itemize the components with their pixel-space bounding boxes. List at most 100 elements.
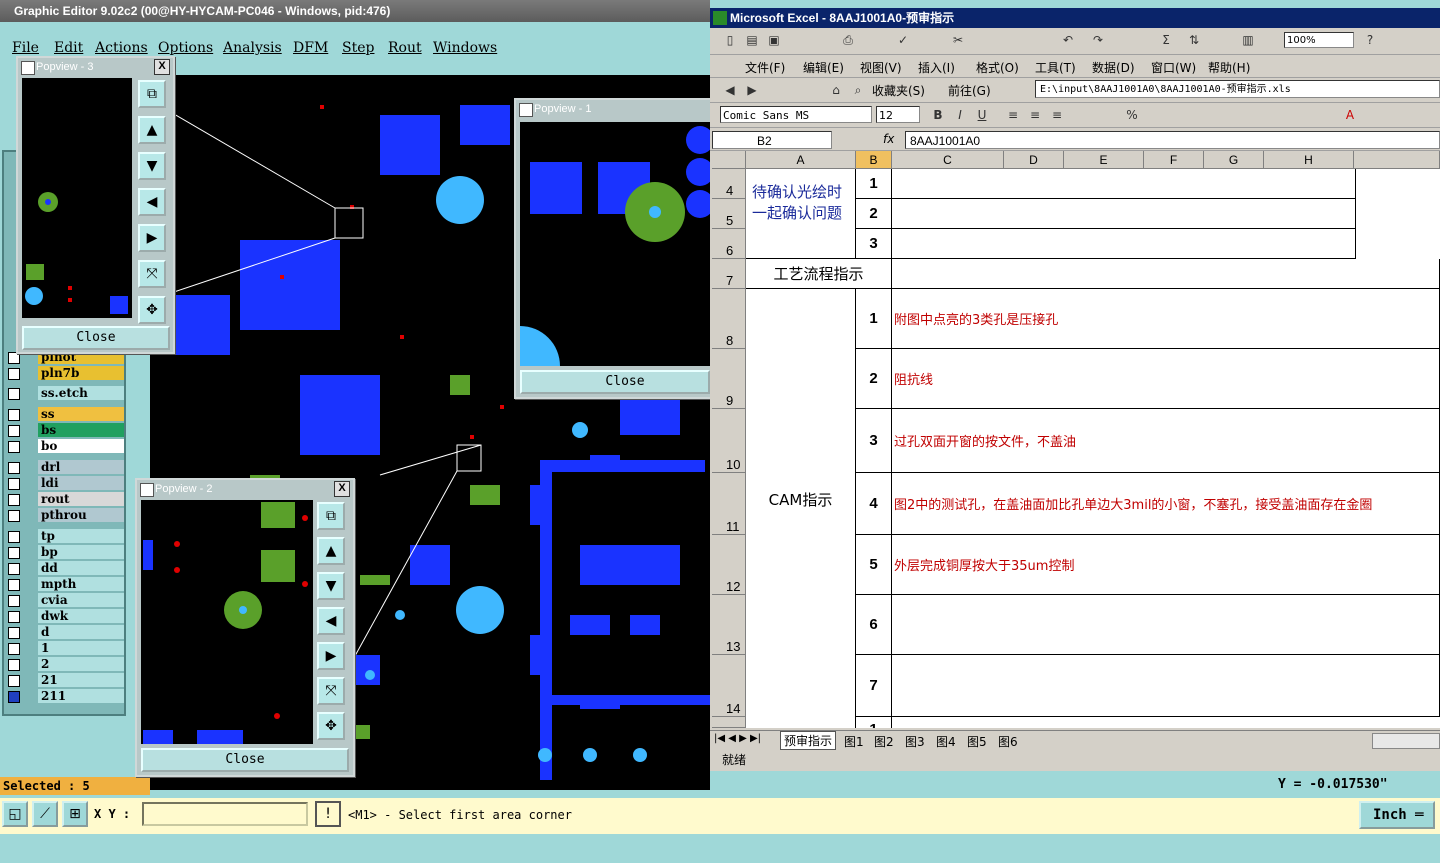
forward-icon[interactable]: ▶ [744,82,760,98]
cam-item-text[interactable] [892,655,1440,717]
cam-item-num[interactable]: 1 [856,717,892,728]
pan-left-icon[interactable]: ◀ [317,607,345,635]
layer-checkbox[interactable] [8,388,20,400]
sheet-tab[interactable]: 图1 [844,733,864,750]
layer-row[interactable]: 211 [6,689,124,703]
bold-icon[interactable]: B [930,107,946,123]
menu-view[interactable]: 视图(V) [860,59,902,76]
layer-row[interactable]: rout [6,492,124,506]
cam-item-num[interactable]: 3 [856,409,892,473]
menu-windows[interactable]: Windows [433,40,497,56]
popview-close-button[interactable]: Close [141,748,349,772]
chart-icon[interactable]: ▥ [1240,32,1256,48]
confirm-text-cell[interactable] [892,229,1356,259]
layer-checkbox[interactable] [8,531,20,543]
layer-row[interactable]: mpth [6,577,124,591]
menu-rout[interactable]: Rout [388,40,422,56]
layer-row[interactable]: ldi [6,476,124,490]
popview-canvas[interactable] [520,122,710,366]
sheet-tab[interactable]: 图2 [874,733,894,750]
layer-checkbox[interactable] [8,494,20,506]
layer-checkbox[interactable] [8,659,20,671]
home-icon[interactable]: ⌂ [828,82,844,98]
layer-row[interactable]: 21 [6,673,124,687]
zoom-out-icon[interactable]: ✥ [317,712,345,740]
col-header-c[interactable]: C [892,151,1004,169]
menu-analysis[interactable]: Analysis [223,40,282,56]
layer-checkbox[interactable] [8,441,20,453]
confirm-text-cell[interactable] [892,199,1356,229]
confirm-label-cell[interactable]: 待确认光绘时一起确认问题 [746,169,856,259]
layer-row[interactable]: 1 [6,641,124,655]
layer-row[interactable]: drl [6,460,124,474]
layer-checkbox[interactable] [8,510,20,522]
row-header-14[interactable]: 14 [712,655,746,717]
cam-item-num[interactable]: 6 [856,595,892,655]
zoom-out-icon[interactable]: ✥ [138,296,166,324]
layer-row[interactable]: bs [6,423,124,437]
layer-row[interactable]: dd [6,561,124,575]
zoom-in-icon[interactable]: ⤧ [138,260,166,288]
save-icon[interactable]: ▣ [766,32,782,48]
layer-row[interactable]: d [6,625,124,639]
layer-row[interactable]: 2 [6,657,124,671]
tab-scroll-first-icon[interactable]: |◀ ◀ ▶ ▶| [714,733,761,744]
menu-insert[interactable]: 插入(I) [918,59,955,76]
layer-row[interactable]: pthrou [6,508,124,522]
row-header-7[interactable]: 7 [712,259,746,289]
row-header-10[interactable]: 10 [712,409,746,473]
cut-icon[interactable]: ✂ [950,32,966,48]
col-header-d[interactable]: D [1004,151,1064,169]
cam-item-num[interactable]: 5 [856,535,892,595]
italic-icon[interactable]: I [952,107,968,123]
font-size-select[interactable]: 12 [876,106,920,123]
new-icon[interactable]: ▯ [722,32,738,48]
sheet-tab[interactable]: 图4 [936,733,956,750]
favorites-menu[interactable]: 收藏夹(S) [872,82,925,99]
menu-actions[interactable]: Actions [95,40,148,56]
cam-label-cell[interactable]: CAM指示 [746,289,856,728]
unit-selector[interactable]: Inch ═ [1359,801,1435,829]
cam-item-text[interactable] [892,595,1440,655]
col-header-f[interactable]: F [1144,151,1204,169]
sheet-tab[interactable]: 图3 [905,733,925,750]
sheet-tab[interactable]: 预审指示 [780,731,837,750]
back-icon[interactable]: ◀ [722,82,738,98]
spreadsheet-grid[interactable]: A B C D E F G H 4 5 6 7 8 9 10 11 12 13 … [712,151,1440,728]
menu-data[interactable]: 数据(D) [1092,59,1135,76]
layer-checkbox[interactable] [8,547,20,559]
pan-left-icon[interactable]: ◀ [138,188,166,216]
zoom-select[interactable]: 100% [1284,32,1354,48]
search-icon[interactable]: ⌕ [850,82,866,98]
cam-item-num[interactable]: 4 [856,473,892,535]
pan-down-icon[interactable]: ▼ [138,152,166,180]
layer-row[interactable]: ss.etch [6,386,124,400]
confirm-item-cell[interactable]: 3 [856,229,892,259]
cam-item-num[interactable]: 7 [856,655,892,717]
help-icon[interactable]: ? [1362,32,1378,48]
row-header-6[interactable]: 6 [712,229,746,259]
menu-file[interactable]: 文件(F) [745,59,785,76]
layer-checkbox[interactable] [8,579,20,591]
pan-right-icon[interactable]: ▶ [317,642,345,670]
row-header-11[interactable]: 11 [712,473,746,535]
row-header-12[interactable]: 12 [712,535,746,595]
align-right-icon[interactable]: ≡ [1049,107,1065,123]
menu-tools[interactable]: 工具(T) [1035,59,1076,76]
popview-close-button[interactable]: Close [22,326,170,350]
menu-step[interactable]: Step [342,40,374,56]
layer-row[interactable]: ss [6,407,124,421]
menu-edit[interactable]: Edit [54,40,83,56]
layer-row[interactable]: bo [6,439,124,453]
sort-asc-icon[interactable]: ⇅ [1186,32,1202,48]
font-color-icon[interactable]: A [1342,107,1358,123]
menu-edit[interactable]: 编辑(E) [803,59,844,76]
pan-right-icon[interactable]: ▶ [138,224,166,252]
confirm-text-cell[interactable] [892,169,1356,199]
col-header-a[interactable]: A [746,151,856,169]
sum-icon[interactable]: Σ [1158,32,1174,48]
grid-icon[interactable]: ⊞ [62,801,88,827]
formula-input[interactable]: 8AAJ1001A0 [905,131,1440,149]
process-label-cell[interactable]: 工艺流程指示 [746,259,892,289]
popview-close-button[interactable]: Close [520,370,710,394]
